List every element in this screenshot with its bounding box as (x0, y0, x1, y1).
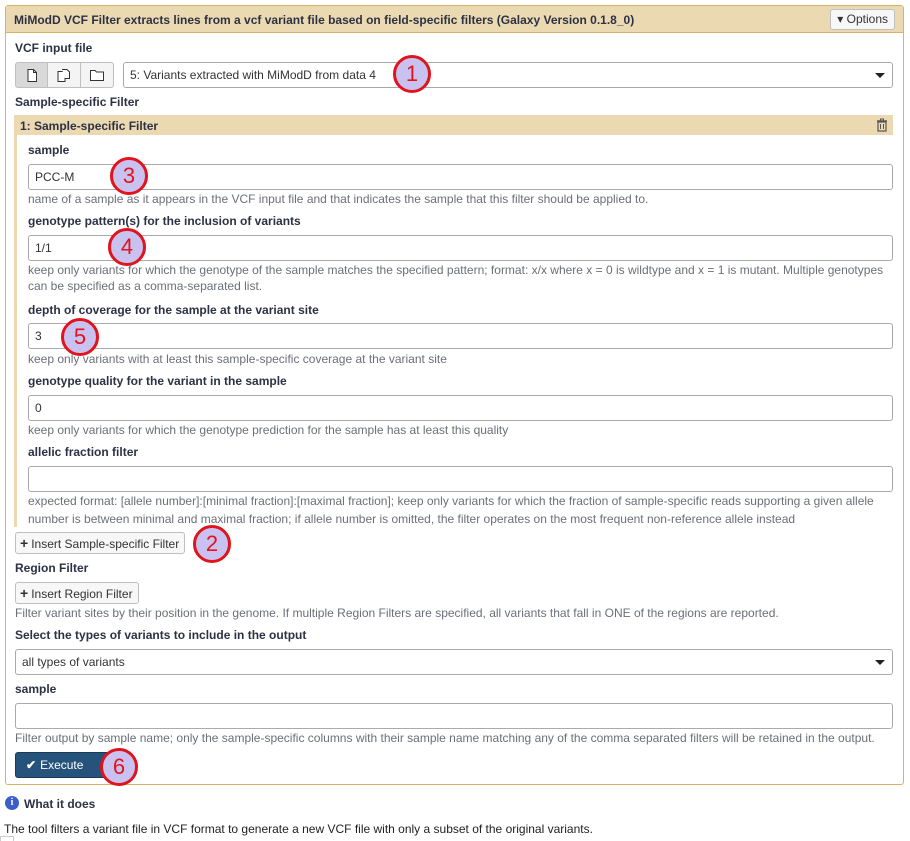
gq-input[interactable]: 0 (28, 395, 893, 421)
single-dataset-button[interactable] (15, 62, 48, 88)
region-filter-help: Filter variant sites by their position i… (15, 606, 779, 620)
gq-help: keep only variants for which the genotyp… (28, 423, 509, 437)
bottom-divider (0, 836, 14, 841)
variant-types-label: Select the types of variants to include … (15, 628, 307, 642)
af-help-line1: expected format: [allele number]:[minima… (28, 494, 874, 508)
check-icon: ✔ (26, 758, 37, 772)
insert-region-filter-label: Insert Region Filter (31, 587, 133, 601)
sample-filter-section-label: Sample-specific Filter (15, 95, 140, 109)
variant-types-select[interactable]: all types of variants (15, 649, 893, 675)
repeat-title: 1: Sample-specific Filter (20, 119, 159, 133)
depth-label: depth of coverage for the sample at the … (28, 303, 319, 317)
region-filter-label: Region Filter (15, 561, 89, 575)
caret-down-icon: ▾ (837, 12, 844, 26)
output-sample-label: sample (15, 682, 57, 696)
af-help-line2: number is between minimal and maximal fr… (28, 512, 796, 526)
what-it-does-heading: What it does (24, 797, 96, 811)
output-sample-input[interactable] (15, 703, 893, 729)
chevron-down-icon (875, 73, 885, 78)
collection-folder-icon (90, 70, 104, 81)
callout-badge-2: 2 (193, 525, 231, 563)
af-label: allelic fraction filter (28, 445, 139, 459)
info-icon: i (5, 796, 19, 810)
callout-badge-5: 5 (61, 318, 99, 356)
sample-input[interactable]: PCC-M (28, 164, 893, 190)
insert-sample-filter-button[interactable]: + Insert Sample-specific Filter (15, 532, 186, 554)
options-label: Options (846, 12, 888, 26)
collection-button[interactable] (81, 62, 114, 88)
af-input[interactable] (28, 466, 893, 492)
multiple-datasets-button[interactable] (48, 62, 81, 88)
what-it-does-text: The tool filters a variant file in VCF f… (4, 822, 593, 836)
depth-input[interactable]: 3 (28, 323, 893, 349)
insert-sample-filter-label: Insert Sample-specific Filter (31, 537, 180, 551)
plus-icon: + (20, 585, 29, 601)
genotype-help-line1: keep only variants for which the genotyp… (28, 263, 884, 277)
callout-badge-6: 6 (100, 748, 138, 786)
tool-form-header: MiModD VCF Filter extracts lines from a … (6, 6, 903, 33)
insert-region-filter-button[interactable]: + Insert Region Filter (15, 582, 139, 604)
dataset-type-toggle (15, 62, 114, 88)
genotype-input[interactable]: 1/1 (28, 235, 893, 261)
gq-label: genotype quality for the variant in the … (28, 374, 287, 388)
callout-badge-3: 3 (110, 157, 148, 195)
single-dataset-icon (27, 68, 37, 82)
genotype-label: genotype pattern(s) for the inclusion of… (28, 214, 301, 228)
sample-label: sample (28, 143, 70, 157)
trash-icon[interactable] (875, 118, 889, 132)
callout-badge-1: 1 (393, 55, 431, 93)
callout-badge-4: 4 (108, 228, 146, 266)
tool-title: MiModD VCF Filter extracts lines from a … (14, 13, 635, 27)
vcf-input-value: 5: Variants extracted with MiModD from d… (130, 68, 376, 82)
genotype-help-line2: can be specified as a comma-separated li… (28, 279, 263, 293)
depth-help: keep only variants with at least this sa… (28, 352, 447, 366)
vcf-input-select[interactable]: 5: Variants extracted with MiModD from d… (123, 62, 893, 88)
multiple-datasets-icon (57, 68, 70, 82)
vcf-input-label: VCF input file (15, 41, 93, 55)
repeat-header: 1: Sample-specific Filter (17, 115, 893, 135)
variant-types-value: all types of variants (22, 655, 125, 669)
chevron-down-icon (875, 660, 885, 665)
output-sample-help: Filter output by sample name; only the s… (15, 731, 875, 745)
execute-label: Execute (40, 758, 84, 772)
options-button[interactable]: ▾ Options (830, 9, 895, 30)
plus-icon: + (20, 535, 29, 551)
